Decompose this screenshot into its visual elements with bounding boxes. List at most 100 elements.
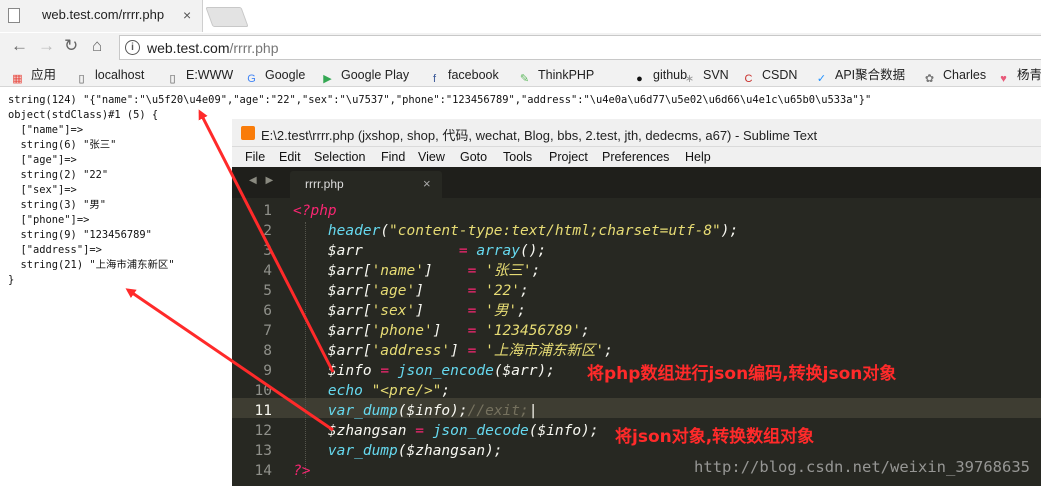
menu-tools[interactable]: Tools — [503, 149, 532, 165]
code-token: '123456789' — [485, 323, 582, 339]
code-token: = — [458, 243, 468, 259]
code-line: ?> — [293, 461, 310, 481]
code-token: ); — [450, 403, 468, 419]
api-icon: ✓ — [816, 73, 827, 85]
code-token: json_encode — [397, 363, 494, 379]
bookmark-3[interactable]: G Google — [244, 66, 305, 85]
code-line: $arr['age'] = '22'; — [293, 281, 529, 301]
menu-goto[interactable]: Goto — [460, 149, 487, 165]
bookmark-9[interactable]: C CSDN — [741, 66, 798, 85]
sublime-titlebar: E:\2.test\rrrr.php (jxshop, shop, 代码, we… — [232, 119, 1041, 147]
menu-edit[interactable]: Edit — [279, 149, 301, 165]
bookmark-10[interactable]: ✓ API聚合数据 — [814, 66, 906, 85]
new-tab-button[interactable] — [205, 7, 249, 27]
code-token: $arr — [327, 303, 363, 319]
bookmark-0[interactable]: ▦ 应用 — [10, 66, 57, 85]
info-icon[interactable]: i — [125, 40, 140, 55]
code-token: $zhangsan — [327, 423, 407, 439]
bookmark-2[interactable]: ▯ E:WWW — [165, 66, 234, 85]
code-token: "content-type:text/html;charset=utf-8" — [389, 223, 721, 239]
menu-help[interactable]: Help — [685, 149, 711, 165]
line-number: 9 — [263, 363, 272, 379]
code-line: $arr = array(); — [293, 241, 546, 261]
bookmark-label: localhost — [95, 68, 145, 82]
csdn-icon: C — [744, 73, 753, 85]
code-token: ); — [720, 223, 739, 239]
line-number: 2 — [263, 223, 272, 239]
page-icon — [8, 8, 20, 23]
code-token: ; — [604, 343, 613, 359]
bookmark-6[interactable]: ✎ ThinkPHP — [517, 66, 594, 85]
home-icon[interactable]: ⌂ — [92, 36, 102, 56]
code-token: ] — [415, 283, 468, 299]
code-token: 'sex' — [371, 303, 416, 319]
code-token: ); — [537, 363, 555, 379]
code-token: ( — [397, 403, 407, 419]
code-token: ( — [380, 223, 390, 239]
code-line: $info = json_encode($arr); — [293, 361, 555, 381]
menu-preferences[interactable]: Preferences — [602, 149, 669, 165]
code-line: $arr['phone'] = '123456789'; — [293, 321, 590, 341]
bookmark-5[interactable]: f facebook — [427, 66, 499, 85]
editor-tabbar: ◀ ▶ rrrr.php × — [232, 167, 1041, 198]
tab-scroll-arrows-icon[interactable]: ◀ ▶ — [249, 175, 276, 186]
sublime-window: E:\2.test\rrrr.php (jxshop, shop, 代码, we… — [232, 119, 1041, 486]
menu-file[interactable]: File — [245, 149, 265, 165]
browser-tab[interactable]: web.test.com/rrrr.php × — [0, 0, 203, 32]
url-host: web.test.com — [147, 40, 230, 56]
menu-bar: File Edit Selection Find View Goto Tools Projec… — [232, 147, 1041, 167]
bookmark-label: CSDN — [762, 68, 798, 82]
code-token: $arr — [327, 283, 363, 299]
back-arrow-icon[interactable]: ← — [11, 36, 28, 56]
line-number: 4 — [263, 263, 272, 279]
file-tab[interactable]: rrrr.php × — [290, 171, 442, 198]
code-token: [ — [362, 263, 372, 279]
line-number: 8 — [263, 343, 272, 359]
line-number: 13 — [254, 443, 272, 459]
code-token: [ — [362, 303, 372, 319]
menu-find[interactable]: Find — [381, 149, 405, 165]
close-icon[interactable]: × — [183, 7, 191, 23]
reload-icon[interactable]: ↻ — [64, 36, 78, 56]
address-bar[interactable]: i web.test.com/rrrr.php — [119, 35, 1041, 60]
code-token: array — [476, 243, 520, 259]
bookmark-8[interactable]: ∗ SVN — [682, 66, 729, 85]
window-title: E:\2.test\rrrr.php (jxshop, shop, 代码, we… — [261, 128, 818, 143]
menu-view[interactable]: View — [418, 149, 445, 165]
bookmark-1[interactable]: ▯ localhost — [74, 66, 145, 85]
code-line: header("content-type:text/html;charset=u… — [293, 221, 738, 241]
bookmark-11[interactable]: ✿ Charles — [922, 66, 986, 85]
forward-arrow-icon[interactable]: → — [38, 36, 55, 56]
menu-project[interactable]: Project — [549, 149, 588, 165]
code-token: $arr — [327, 323, 363, 339]
bookmark-7[interactable]: ● github — [632, 66, 687, 85]
bookmark-label: API聚合数据 — [835, 68, 906, 82]
menu-selection[interactable]: Selection — [314, 149, 365, 165]
thinkphp-icon: ✎ — [519, 73, 530, 85]
close-icon[interactable]: × — [423, 176, 431, 191]
bookmark-label: Google Play — [341, 68, 410, 82]
line-number: 14 — [254, 463, 272, 479]
code-token: 'address' — [371, 343, 451, 359]
code-token: '上海市浦东新区' — [485, 343, 605, 359]
code-token: $arr — [327, 343, 363, 359]
code-token: 'name' — [371, 263, 424, 279]
code-token: ] — [423, 263, 468, 279]
bookmark-label: E:WWW — [186, 68, 234, 82]
bookmark-12[interactable]: ♥ 杨青 — [996, 66, 1041, 85]
bookmark-4[interactable]: ▶ Google Play — [320, 66, 410, 85]
code-token: ; — [441, 383, 451, 399]
bookmark-label: 应用 — [31, 68, 57, 82]
line-number: 6 — [263, 303, 272, 319]
code-token: '22' — [485, 283, 521, 299]
